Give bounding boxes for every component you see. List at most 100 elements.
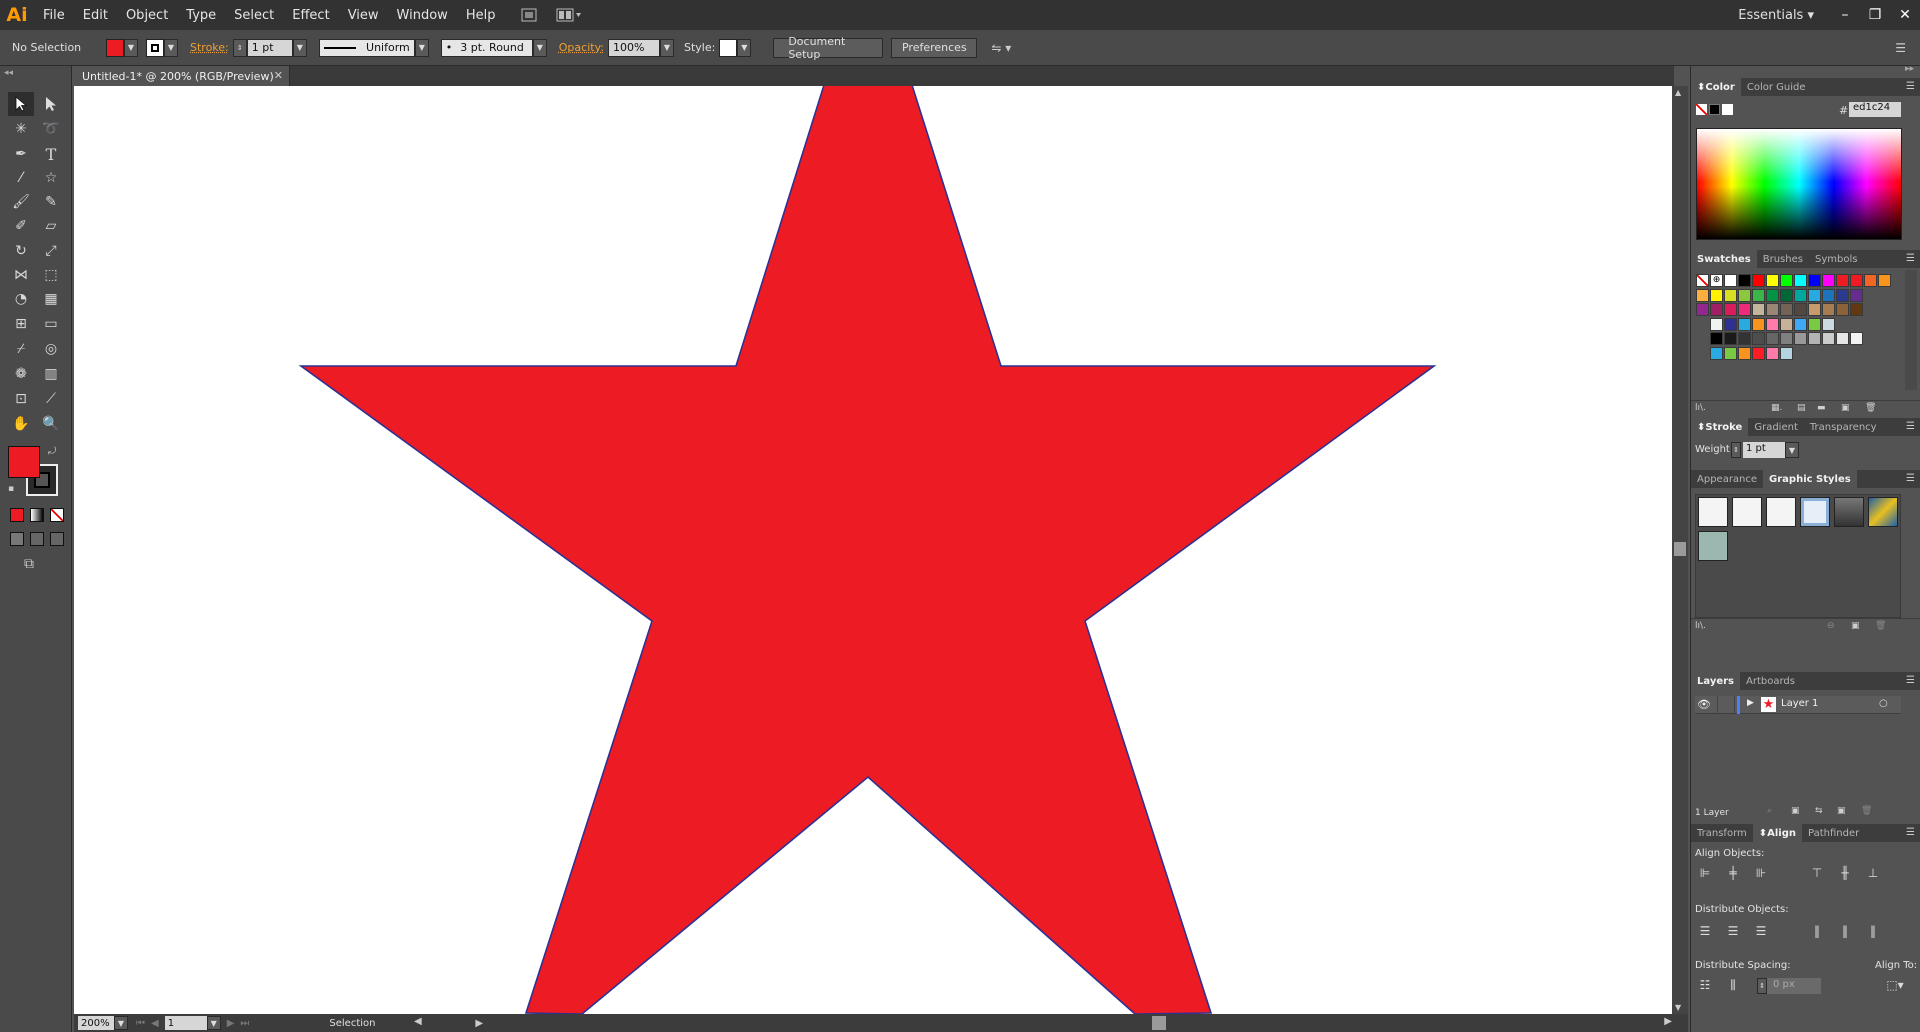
swatch-row2-11[interactable]	[1850, 288, 1863, 302]
swatch-row2-10[interactable]	[1836, 288, 1849, 302]
swatch-row6-0[interactable]	[1710, 346, 1723, 360]
horizontal-scroll-thumb[interactable]	[1152, 1016, 1166, 1030]
swatch-row4-8[interactable]	[1822, 317, 1835, 331]
collapse-icon[interactable]: ◂◂	[4, 68, 13, 78]
gradient-mode-icon[interactable]	[30, 508, 44, 522]
none-mode-icon[interactable]	[50, 508, 64, 522]
color-white-icon[interactable]	[1722, 104, 1733, 115]
align-panel-menu-icon[interactable]: ☰	[1906, 827, 1915, 838]
draw-inside-icon[interactable]	[50, 532, 64, 546]
layer-row[interactable]: 👁 ▶ ★ Layer 1 ○	[1695, 696, 1901, 714]
locate-object-icon[interactable]: ⌕	[1767, 806, 1772, 816]
artboard-field[interactable]: 1	[164, 1016, 207, 1030]
tab-transparency[interactable]: Transparency	[1804, 418, 1883, 436]
swatch-row1-0[interactable]	[1724, 274, 1737, 287]
delete-layer-icon[interactable]: 🗑	[1861, 806, 1872, 816]
swatch-row3-6[interactable]	[1780, 303, 1793, 316]
selection-tool-icon[interactable]	[8, 92, 34, 116]
menu-type[interactable]: Type	[177, 8, 225, 23]
swatch-row3-8[interactable]	[1808, 303, 1821, 316]
hex-color-field[interactable]: ed1c24	[1849, 102, 1901, 117]
swatch-row3-0[interactable]	[1696, 303, 1709, 316]
tab-color-guide[interactable]: Color Guide	[1741, 78, 1812, 96]
show-kinds-icon[interactable]: ▦.	[1771, 403, 1782, 413]
align-top-icon[interactable]: ⊤	[1807, 864, 1827, 882]
distribute-vspace-icon[interactable]: ☷	[1695, 976, 1715, 994]
swatch-row1-6[interactable]	[1808, 274, 1821, 287]
swatch-row2-3[interactable]	[1738, 288, 1751, 302]
swatch-row3-7[interactable]	[1794, 303, 1807, 316]
stroke-weight-dropdown[interactable]: ▼	[292, 38, 307, 57]
dock-collapse-icon[interactable]: ▸▸	[1905, 64, 1914, 74]
swatch-row4-2[interactable]	[1738, 317, 1751, 331]
workspace-switcher[interactable]: Essentials ▾	[1738, 8, 1814, 23]
swatch-row2-4[interactable]	[1752, 288, 1765, 302]
draw-normal-icon[interactable]	[10, 532, 24, 546]
fill-dropdown[interactable]: ▼	[124, 38, 138, 57]
scroll-right-icon[interactable]: ▶	[1664, 1016, 1672, 1027]
tab-graphic-styles[interactable]: Graphic Styles	[1763, 470, 1857, 488]
color-black-icon[interactable]	[1709, 104, 1720, 115]
distribute-hspace-icon[interactable]: ⫼	[1723, 976, 1743, 994]
swatch-row2-2[interactable]	[1724, 288, 1737, 302]
tab-pathfinder[interactable]: Pathfinder	[1802, 824, 1865, 842]
swatch-row1-10[interactable]	[1864, 274, 1877, 287]
document-setup-button[interactable]: Document Setup	[773, 35, 884, 61]
swatch-row3-11[interactable]	[1850, 303, 1863, 316]
swatch-row4-7[interactable]	[1808, 317, 1821, 331]
vertical-scrollbar[interactable]: ▲ ▼	[1672, 86, 1688, 1014]
zoom-dropdown[interactable]: ▼	[114, 1016, 128, 1030]
swatch-row1-1[interactable]	[1738, 274, 1751, 287]
scroll-left-icon[interactable]: ◀	[414, 1016, 422, 1027]
swatch-row1-9[interactable]	[1850, 274, 1863, 287]
first-artboard-icon[interactable]: ⏮	[136, 1018, 145, 1029]
swatch-row5-0[interactable]	[1710, 332, 1723, 345]
swatch-registration[interactable]: ⊕	[1710, 274, 1723, 287]
swatch-row6-3[interactable]	[1752, 346, 1765, 360]
graphic-style-default[interactable]	[1698, 497, 1728, 527]
align-hcenter-icon[interactable]: ╪	[1723, 864, 1743, 882]
scroll-down-icon[interactable]: ▼	[1675, 1003, 1681, 1012]
last-artboard-icon[interactable]: ⏭	[240, 1018, 249, 1029]
graphic-style-2[interactable]	[1732, 497, 1762, 527]
opacity-label[interactable]: Opacity:	[559, 41, 604, 54]
color-spectrum[interactable]	[1696, 128, 1902, 240]
profile-dropdown[interactable]: ▼	[414, 38, 429, 57]
distribute-top-icon[interactable]: ☰	[1695, 922, 1715, 940]
type-tool-icon[interactable]: T	[38, 142, 64, 166]
free-transform-tool-icon[interactable]: ⬚	[38, 263, 64, 287]
swatch-row1-4[interactable]	[1780, 274, 1793, 287]
swatch-row5-8[interactable]	[1822, 332, 1835, 345]
swatch-row3-9[interactable]	[1822, 303, 1835, 316]
align-left-icon[interactable]: ⊫	[1695, 864, 1715, 882]
slice-tool-icon[interactable]: ⟋	[38, 387, 64, 411]
swatch-libraries-icon[interactable]: lı\.	[1695, 403, 1706, 413]
perspective-grid-tool-icon[interactable]: ▦	[38, 287, 64, 311]
target-icon[interactable]: ○	[1879, 698, 1888, 709]
stroke-dropdown[interactable]: ▼	[164, 38, 178, 57]
swatch-row5-7[interactable]	[1808, 332, 1821, 345]
column-graph-tool-icon[interactable]: ▥	[38, 362, 64, 386]
swatch-row1-5[interactable]	[1794, 274, 1807, 287]
pencil-tool-icon[interactable]: ✎	[38, 190, 64, 214]
graphic-style-libraries-icon[interactable]: lı\.	[1695, 621, 1706, 631]
swatches-panel-menu-icon[interactable]: ☰	[1906, 253, 1915, 264]
restore-icon[interactable]: ❐	[1860, 4, 1890, 26]
new-sublayer-icon[interactable]: ⇆	[1815, 806, 1823, 816]
graphic-style-4[interactable]	[1800, 497, 1830, 527]
symbol-sprayer-tool-icon[interactable]: ❁	[8, 362, 34, 386]
swatch-row3-5[interactable]	[1766, 303, 1779, 316]
swatch-row6-4[interactable]	[1766, 346, 1779, 360]
opacity-dropdown[interactable]: ▼	[659, 38, 674, 57]
artboard-dropdown[interactable]: ▼	[206, 1016, 221, 1030]
tab-artboards[interactable]: Artboards	[1740, 672, 1801, 690]
rotate-tool-icon[interactable]: ↻	[8, 239, 34, 263]
swatch-row4-5[interactable]	[1780, 317, 1793, 331]
weight-dropdown[interactable]: ▼	[1785, 442, 1799, 458]
swatch-row6-2[interactable]	[1738, 346, 1751, 360]
bridge-icon[interactable]	[518, 5, 540, 25]
direct-selection-tool-icon[interactable]	[38, 92, 64, 116]
blend-tool-icon[interactable]: ◎	[38, 337, 64, 361]
swatch-row1-11[interactable]	[1878, 274, 1891, 287]
variable-width-profile[interactable]: Uniform	[318, 38, 415, 57]
